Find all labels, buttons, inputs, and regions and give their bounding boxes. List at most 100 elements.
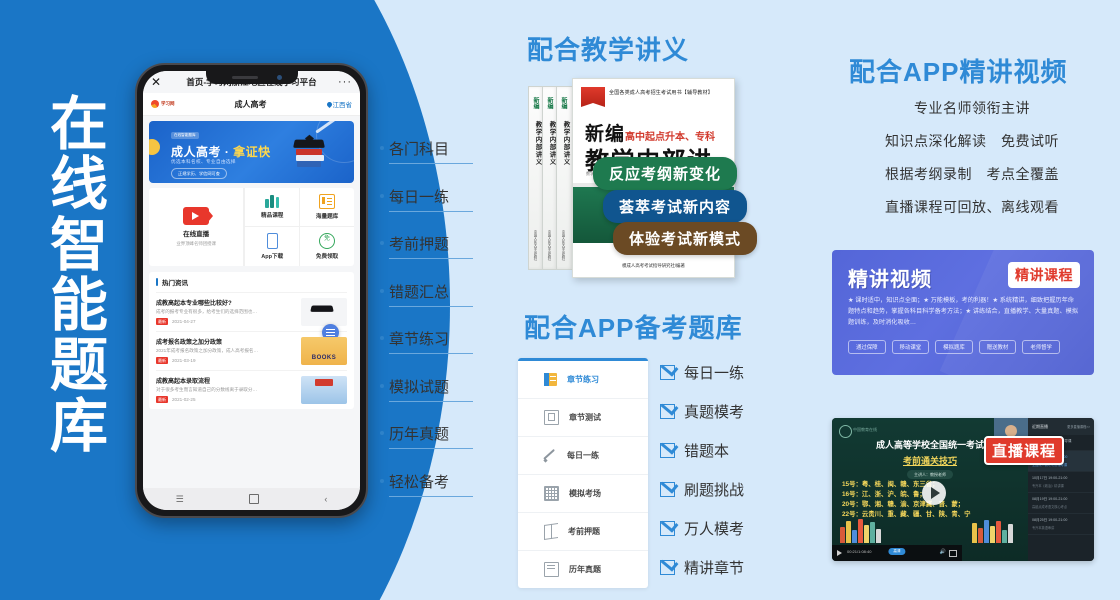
bullet-dot-icon	[380, 383, 384, 388]
video-play-icon	[183, 207, 214, 225]
list-item: 历年真题	[380, 423, 490, 449]
fullscreen-icon[interactable]	[949, 550, 957, 557]
bullet-label: 历年真题	[389, 423, 473, 449]
grid-live-subtitle: 业界顶峰名师团授课	[176, 241, 216, 246]
home-square-icon[interactable]	[249, 494, 260, 504]
video-feature-line: 知识点深化解读 免费试听	[885, 133, 1059, 149]
news-title: 成考报名政策之加分政策	[156, 340, 223, 346]
banner-button[interactable]: 正规学历、学信网可查	[171, 168, 227, 179]
app-feature-checklist: 每日一练 真题模考 错题本 刷题挑战 万人模考 精讲章节	[660, 362, 744, 596]
phone-screen: ✕ 首页-学习网浙江地区在线学习平台 ··· 学习网 成人高考 江西省 在线智能…	[143, 71, 360, 510]
live-course-card[interactable]: 中国教育在线 成人高等学校全国统一考试 考前通关技巧 主讲人：教授老师 15号：…	[832, 418, 1094, 561]
app-menu-label: 章节练习	[567, 375, 599, 384]
headline-char: 智	[49, 212, 108, 278]
course-tag[interactable]: 移动课堂	[891, 340, 930, 354]
bullet-dot-icon	[380, 288, 384, 293]
bullet-label: 错题汇总	[389, 281, 473, 307]
headline-char: 线	[49, 152, 108, 218]
promo-banner[interactable]: 在线智能题库 成人高考 · 拿证快 优选本科名校、专业自由选择 正规学历、学信网…	[149, 121, 354, 183]
list-item: 考前押题	[380, 233, 490, 259]
list-item[interactable]: 10月17日 19:00-21:00 专升本《政治》精讲课	[1028, 472, 1094, 493]
status-badge: 最新	[156, 318, 168, 325]
news-date: 2021-03-19	[172, 358, 196, 363]
past-papers-icon	[544, 562, 559, 577]
video-feature-line: 专业名师领衔主讲	[914, 100, 1030, 116]
live-schedule-line: 20号：鄂、湘、赣、渝、京津冀、晋、蒙；	[842, 500, 965, 508]
check-icon	[660, 482, 675, 497]
region-label: 江西省	[332, 102, 353, 109]
menu-icon[interactable]: ☰	[176, 494, 184, 504]
list-item: 刷题挑战	[660, 479, 744, 500]
region-selector[interactable]: 江西省	[325, 99, 353, 109]
app-menu-item-prediction[interactable]: 考前押题	[518, 513, 648, 551]
list-item[interactable]: 成考报名政策之加分政策 2021年成考报名政策之加分政策，成人高考报名… 最新 …	[156, 324, 347, 370]
grid-cell-course[interactable]: 精品课程	[244, 188, 300, 227]
app-menu-item-daily-practice[interactable]: 每日一练	[518, 437, 648, 475]
grid-cell-download[interactable]: App下载	[244, 227, 299, 266]
schedule-line-2: 专升本英语串讲	[1032, 526, 1055, 530]
grid-cell-bank[interactable]: 海量题库	[299, 188, 354, 227]
list-item[interactable]: 成教高起本专业哪些比较好? 成考的报考专业有很多，给考生们的选择范围也… 最新 …	[156, 292, 347, 331]
list-item[interactable]: 08月19日 19:00-21:00 高起点成考语文核心考点	[1028, 493, 1094, 514]
play-icon[interactable]	[837, 550, 842, 556]
status-badge: 最新	[156, 396, 168, 403]
list-item: 真题模考	[660, 401, 744, 422]
banner-headline-accent: 拿证快	[233, 145, 271, 159]
news-list: 成教高起本专业哪些比较好? 成考的报考专业有很多，给考生们的选择范围也… 最新 …	[149, 292, 354, 409]
section-accent-bar	[156, 278, 158, 286]
status-badge: 最新	[156, 357, 168, 364]
live-course-badge: 直播课程	[984, 436, 1065, 465]
news-date: 2021-02-25	[172, 397, 196, 402]
bullet-dot-icon	[380, 193, 384, 198]
feature-pill: 荟萃考试新内容	[603, 190, 748, 223]
app-logo[interactable]: 学习网	[151, 100, 175, 108]
list-item[interactable]: 成教高起本录取流程 对于很多考生而言知道自己的分数线离于录取分… 最新 2021…	[156, 370, 347, 409]
live-speaker-chip: 主讲人：教授老师	[907, 470, 953, 479]
sidebar-title: 近期直播	[1032, 423, 1048, 429]
schedule-line-2: 高起点成考语文核心考点	[1032, 505, 1068, 509]
pencil-icon	[544, 449, 557, 462]
course-tag[interactable]: 赠送教材	[978, 340, 1017, 354]
back-chevron-icon[interactable]: ‹	[324, 494, 327, 504]
sidebar-more-link[interactable]: 更多直播课程>>	[1067, 424, 1090, 429]
check-label: 每日一练	[684, 365, 745, 382]
app-menu-item-chapter-practice[interactable]: 章节练习	[518, 361, 648, 399]
banner-subtitle: 优选本科名校、专业自由选择	[171, 159, 236, 164]
sidebar-header: 近期直播 更多直播课程>>	[1028, 418, 1094, 435]
banner-dot-decoration	[149, 139, 160, 155]
video-feature-line: 根据考纲录制 考点全覆盖	[885, 166, 1059, 182]
grid-cell-free[interactable]: 免费领取	[299, 227, 354, 266]
app-menu-item-past-papers[interactable]: 历年真题	[518, 551, 648, 588]
grid-cell-label: 免费领取	[315, 254, 339, 260]
schedule-line-1: 08月25日 19:00-21:00	[1032, 518, 1068, 522]
course-tag[interactable]: 模拟题库	[935, 340, 973, 354]
list-item[interactable]: 08月25日 19:00-21:00 专升本英语串讲	[1028, 514, 1094, 535]
app-logo-label: 学习网	[161, 101, 175, 106]
play-icon[interactable]	[922, 481, 946, 505]
books-icon	[265, 195, 280, 208]
banner-tag: 在线智能题库	[171, 132, 199, 139]
course-tag[interactable]: 通过保障	[848, 340, 886, 354]
course-tag[interactable]: 老师督学	[1022, 340, 1060, 354]
news-date: 2021-04-27	[172, 319, 196, 324]
list-item: 各门科目	[380, 138, 490, 164]
list-item: 模拟试题	[380, 376, 490, 402]
spine-title: 教学内部讲义	[562, 121, 569, 166]
player-quality-badge[interactable]: 高清	[888, 548, 906, 555]
cover-top-line: 全国各类成人高考招生考试用书【辅导教材】	[609, 90, 714, 96]
question-bank-icon	[319, 194, 336, 209]
spine-new-label: 新编	[532, 97, 538, 109]
course-promo-card[interactable]: 精讲视频 精讲课程 ★ 课时适中，知识点全面；★ 万能模板，考的利器！★ 系统精…	[832, 250, 1094, 375]
player-controls[interactable]: 00:21/1:08:40 高清 🔊	[832, 545, 962, 561]
app-menu-label: 历年真题	[569, 565, 601, 574]
volume-icon[interactable]: 🔊	[940, 549, 946, 555]
app-menu-item-mock-exam[interactable]: 模拟考场	[518, 475, 648, 513]
grid-live-cell[interactable]: 在线直播 业界顶峰名师团授课	[149, 188, 245, 266]
check-label: 错题本	[684, 443, 730, 460]
app-menu-label: 每日一练	[567, 451, 599, 460]
bullet-dot-icon	[380, 431, 384, 435]
spine-publisher: 中国人民大学出版社	[547, 230, 551, 261]
feature-pill: 反应考纲新变化	[593, 157, 738, 190]
app-header: 学习网 成人高考 江西省	[143, 93, 360, 116]
app-menu-item-chapter-test[interactable]: 章节测试	[518, 399, 648, 437]
